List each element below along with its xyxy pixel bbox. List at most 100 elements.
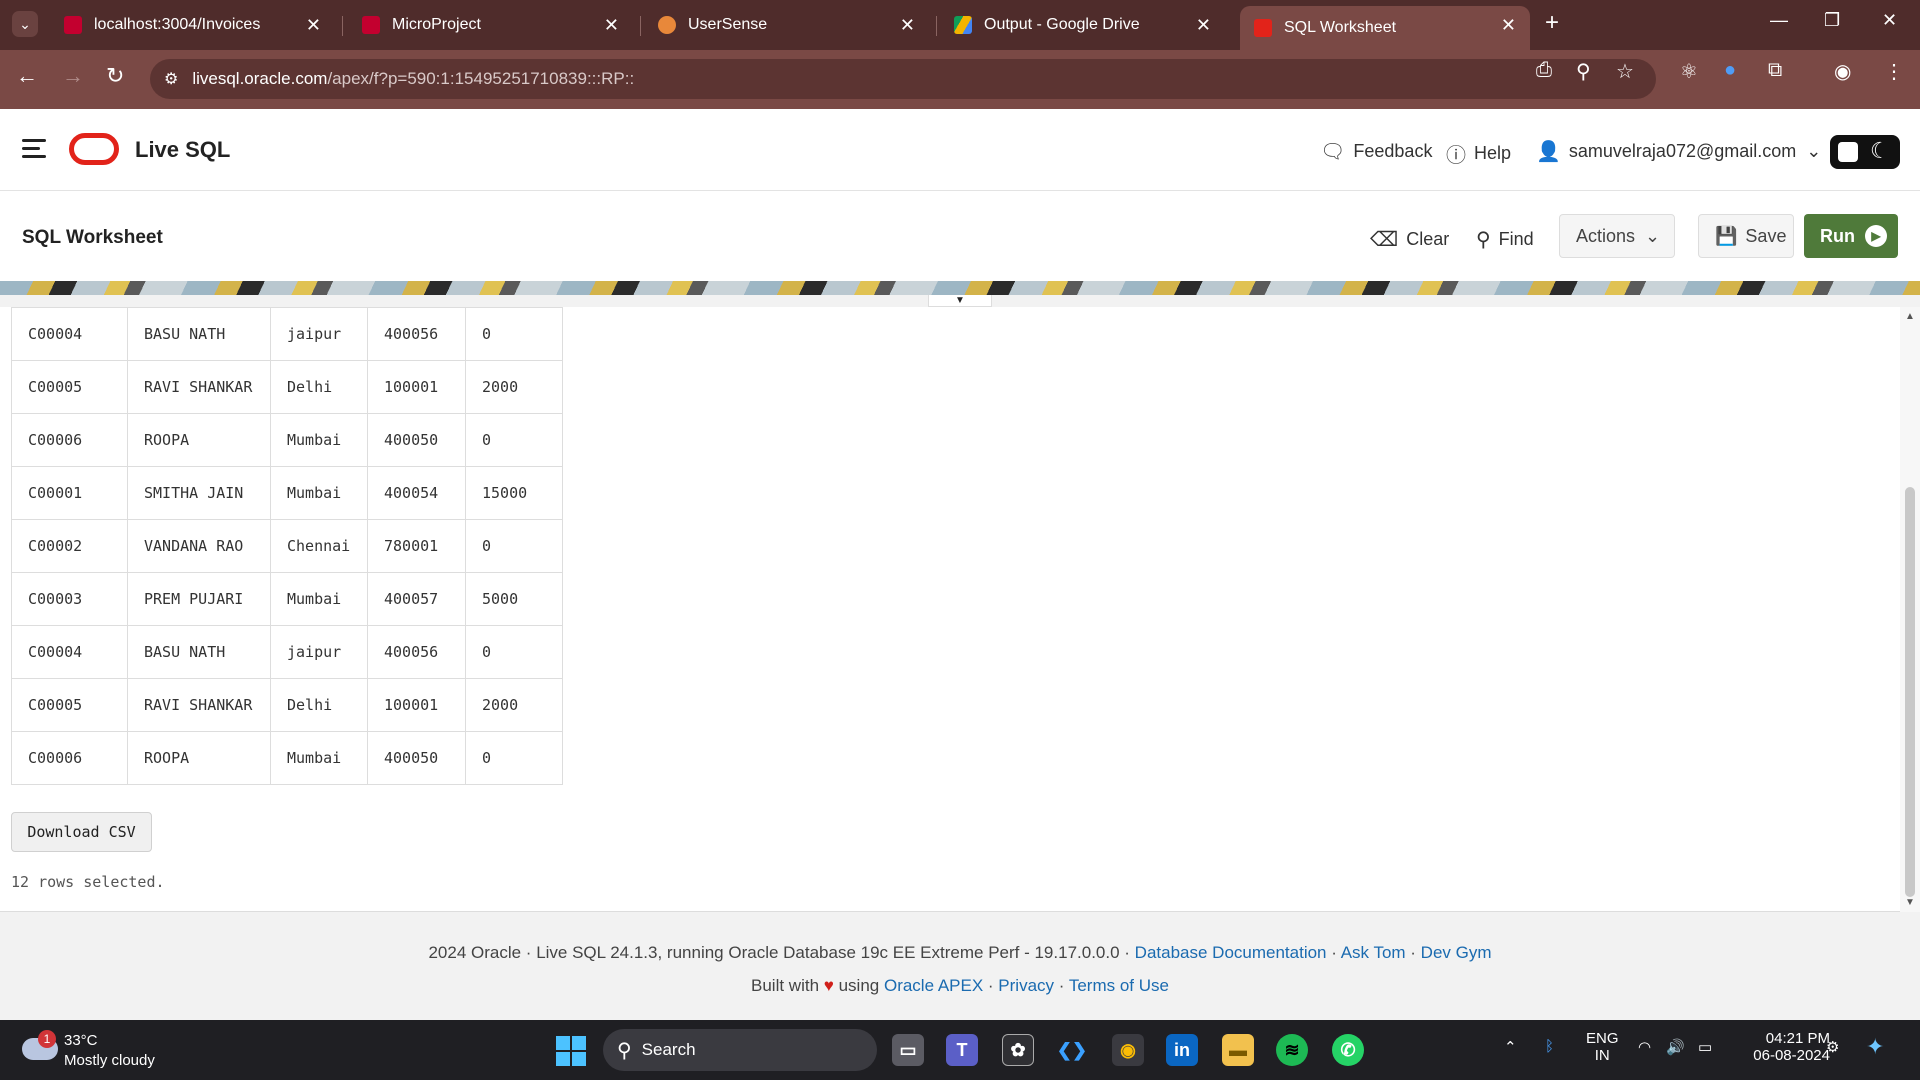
linkedin-icon[interactable]: in xyxy=(1166,1034,1198,1066)
close-icon[interactable]: ✕ xyxy=(1501,15,1516,36)
taskbar-search[interactable]: ⚲ Search xyxy=(603,1029,877,1071)
wifi-icon[interactable]: ◠ xyxy=(1638,1038,1651,1056)
tab-title: localhost:3004/Invoices xyxy=(94,16,261,33)
tab-sql-worksheet[interactable]: SQL Worksheet ✕ xyxy=(1240,6,1530,50)
site-info-icon[interactable]: ⚙ xyxy=(164,69,178,89)
table-cell: 780001 xyxy=(367,519,466,573)
battery-icon[interactable]: ▭ xyxy=(1698,1038,1712,1056)
table-row: C00003 PREM PUJARI Mumbai 400057 5000 xyxy=(11,572,563,626)
bluetooth-icon[interactable]: ᛒ xyxy=(1545,1038,1554,1055)
table-row: C00004 BASU NATH jaipur 400056 0 xyxy=(11,625,563,679)
table-row: C00005 RAVI SHANKAR Delhi 100001 2000 xyxy=(11,678,563,732)
find-label: Find xyxy=(1498,229,1534,249)
user-menu[interactable]: 👤 samuvelraja072@gmail.com ⌄ xyxy=(1536,139,1821,164)
table-cell: Chennai xyxy=(270,519,368,573)
footer-copyright: 2024 Oracle · Live SQL 24.1.3, running O… xyxy=(428,943,1130,962)
extensions-puzzle-icon[interactable]: ⧉ xyxy=(1768,59,1782,82)
install-app-icon[interactable]: ⎙ xyxy=(1536,59,1552,82)
tab-usersense[interactable]: UserSense ✕ xyxy=(644,6,929,44)
chrome-icon[interactable]: ◉ xyxy=(1112,1034,1144,1066)
tab-invoices[interactable]: localhost:3004/Invoices ✕ xyxy=(50,6,335,44)
tab-google-drive[interactable]: Output - Google Drive ✕ xyxy=(940,6,1225,44)
tab-microproject[interactable]: MicroProject ✕ xyxy=(348,6,633,44)
zoom-icon[interactable]: ⚲ xyxy=(1576,59,1591,84)
oracle-apex-link[interactable]: Oracle APEX xyxy=(884,976,983,995)
table-cell: 0 xyxy=(465,413,563,467)
address-bar-row: ← → ↻ ⚙ livesql.oracle.com/apex/f?p=590:… xyxy=(0,50,1920,109)
table-cell: 400050 xyxy=(367,413,466,467)
app-title[interactable]: Live SQL xyxy=(135,137,230,163)
extension-icon[interactable]: ● xyxy=(1724,59,1736,82)
scroll-down-icon[interactable]: ▼ xyxy=(1905,897,1915,908)
menu-kebab-icon[interactable]: ⋮ xyxy=(1884,59,1904,84)
privacy-link[interactable]: Privacy xyxy=(998,976,1054,995)
results-pane: C00004 BASU NATH jaipur 400056 0 C00005 RAVI S… xyxy=(0,307,1920,912)
task-view-icon[interactable]: ▭ xyxy=(892,1034,924,1066)
forward-icon[interactable]: → xyxy=(62,63,84,89)
close-icon[interactable]: ✕ xyxy=(306,15,321,36)
actions-menu-button[interactable]: Actions ⌄ xyxy=(1559,214,1675,258)
copilot-icon[interactable]: ✦ xyxy=(1866,1034,1884,1060)
tab-strip: ⌄ localhost:3004/Invoices ✕ MicroProject… xyxy=(0,0,1920,50)
date: 06-08-2024 xyxy=(1753,1047,1830,1064)
file-explorer-icon[interactable]: ▬ xyxy=(1222,1034,1254,1066)
back-icon[interactable]: ← xyxy=(16,63,38,89)
window-close-icon[interactable]: ✕ xyxy=(1882,10,1897,31)
tab-search-button[interactable]: ⌄ xyxy=(12,11,38,37)
volume-icon[interactable]: 🔊 xyxy=(1666,1038,1685,1056)
theme-toggle[interactable]: ☾ xyxy=(1830,135,1900,169)
close-icon[interactable]: ✕ xyxy=(1196,15,1211,36)
profile-avatar-icon[interactable]: ◉ xyxy=(1834,59,1851,84)
spotify-icon[interactable]: ≋ xyxy=(1276,1034,1308,1066)
results-scrollbar[interactable]: ▲ ▼ xyxy=(1900,307,1920,912)
teams-icon[interactable]: T xyxy=(946,1034,978,1066)
eraser-icon: ⌫ xyxy=(1370,229,1399,251)
react-devtools-icon[interactable]: ⚛ xyxy=(1680,59,1698,84)
language-indicator[interactable]: ENG IN xyxy=(1586,1030,1619,1064)
dev-gym-link[interactable]: Dev Gym xyxy=(1421,943,1492,962)
hamburger-menu-icon[interactable] xyxy=(22,139,46,159)
restore-icon[interactable]: ❐ xyxy=(1824,10,1840,31)
windows-start-icon[interactable] xyxy=(556,1036,586,1066)
chatgpt-icon[interactable]: ✿ xyxy=(1002,1034,1034,1066)
tray-overflow-icon[interactable]: ⌃ xyxy=(1504,1038,1517,1056)
clear-button[interactable]: ⌫ Clear xyxy=(1370,227,1449,252)
whatsapp-icon[interactable]: ✆ xyxy=(1332,1034,1364,1066)
table-cell: ROOPA xyxy=(127,413,271,467)
find-button[interactable]: ⚲ Find xyxy=(1476,227,1534,252)
scroll-up-icon[interactable]: ▲ xyxy=(1905,311,1915,322)
table-cell: C00006 xyxy=(11,413,128,467)
app-header: Live SQL 🗨 Feedback ⓘ Help 👤 samuvelraja… xyxy=(0,109,1920,191)
minimize-icon[interactable]: — xyxy=(1770,10,1788,31)
run-label: Run xyxy=(1820,225,1855,246)
time: 04:21 PM xyxy=(1765,1030,1830,1047)
footer-line-1: 2024 Oracle · Live SQL 24.1.3, running O… xyxy=(428,943,1492,962)
clock[interactable]: 04:21 PM 06-08-2024 xyxy=(1752,1030,1830,1064)
table-cell: 15000 xyxy=(465,466,563,520)
save-button[interactable]: 💾 Save xyxy=(1698,214,1794,258)
close-icon[interactable]: ✕ xyxy=(604,15,619,36)
table-cell: 400056 xyxy=(367,625,466,679)
weather-widget[interactable]: 1 33°C Mostly cloudy xyxy=(22,1030,182,1072)
settings-gear-icon[interactable]: ⚙ xyxy=(1826,1038,1839,1056)
reload-icon[interactable]: ↻ xyxy=(106,63,124,89)
pane-splitter-handle[interactable]: ▼ xyxy=(928,295,992,307)
database-documentation-link[interactable]: Database Documentation xyxy=(1135,943,1327,962)
feedback-link[interactable]: 🗨 Feedback xyxy=(1320,139,1432,164)
oracle-sql-icon xyxy=(1254,19,1272,37)
scrollbar-thumb[interactable] xyxy=(1905,487,1915,897)
download-csv-button[interactable]: Download CSV xyxy=(11,812,152,852)
address-bar[interactable]: ⚙ livesql.oracle.com/apex/f?p=590:1:1549… xyxy=(150,59,1656,99)
vscode-icon[interactable]: ❮❯ xyxy=(1056,1034,1088,1066)
bookmark-star-icon[interactable]: ☆ xyxy=(1616,59,1634,84)
close-icon[interactable]: ✕ xyxy=(900,15,915,36)
moon-icon: ☾ xyxy=(1870,138,1890,163)
tab-title: UserSense xyxy=(688,16,768,33)
ask-tom-link[interactable]: Ask Tom xyxy=(1341,943,1406,962)
terms-link[interactable]: Terms of Use xyxy=(1069,976,1169,995)
oracle-logo[interactable] xyxy=(69,133,119,165)
tab-title: SQL Worksheet xyxy=(1284,19,1397,36)
help-link[interactable]: ⓘ Help xyxy=(1446,139,1511,168)
run-button[interactable]: Run ▶ xyxy=(1804,214,1898,258)
new-tab-button[interactable]: + xyxy=(1545,9,1559,37)
